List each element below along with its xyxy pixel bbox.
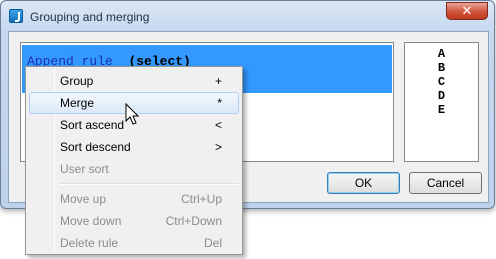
menu-item-label: Sort ascend xyxy=(60,118,125,132)
menu-item-delete-rule[interactable]: Delete rule Del xyxy=(29,232,239,254)
letter-item: C xyxy=(437,75,446,89)
menu-item-group[interactable]: Group + xyxy=(29,70,239,92)
menu-item-label: User sort xyxy=(60,162,109,176)
menu-item-shortcut: Ctrl+Up xyxy=(180,192,222,206)
mouse-cursor-icon xyxy=(125,103,140,125)
menu-item-move-up[interactable]: Move up Ctrl+Up xyxy=(29,188,239,210)
menu-item-shortcut: * xyxy=(217,96,222,110)
menu-item-sort-descend[interactable]: Sort descend > xyxy=(29,136,239,158)
context-menu: Group + Merge * Sort ascend < Sort desce… xyxy=(25,66,243,255)
menu-item-shortcut: > xyxy=(214,140,222,154)
menu-item-label: Move up xyxy=(60,192,107,206)
menu-item-label: Move down xyxy=(60,214,122,228)
menu-item-move-down[interactable]: Move down Ctrl+Down xyxy=(29,210,239,232)
ok-button[interactable]: OK xyxy=(327,172,400,194)
app-icon xyxy=(9,9,23,23)
menu-item-user-sort[interactable]: User sort xyxy=(29,158,239,180)
letter-item: E xyxy=(437,103,446,117)
title-bar[interactable]: Grouping and merging ✕ xyxy=(1,1,494,31)
letter-item: D xyxy=(437,89,446,103)
letters-list[interactable]: A B C D E xyxy=(404,42,479,162)
close-icon: ✕ xyxy=(461,3,473,18)
menu-item-shortcut: < xyxy=(214,118,222,132)
menu-item-label: Group xyxy=(60,74,94,88)
menu-item-shortcut: Ctrl+Down xyxy=(165,214,222,228)
close-button[interactable]: ✕ xyxy=(446,2,488,20)
cancel-button[interactable]: Cancel xyxy=(409,172,482,194)
menu-item-shortcut: Del xyxy=(203,236,222,250)
letter-item: B xyxy=(437,61,446,75)
menu-item-shortcut: + xyxy=(214,74,222,88)
window-title: Grouping and merging xyxy=(30,10,150,24)
menu-item-label: Delete rule xyxy=(60,236,119,250)
letter-item: A xyxy=(437,47,446,61)
menu-item-label: Sort descend xyxy=(60,140,131,154)
menu-separator xyxy=(59,183,239,185)
menu-item-label: Merge xyxy=(60,96,95,110)
